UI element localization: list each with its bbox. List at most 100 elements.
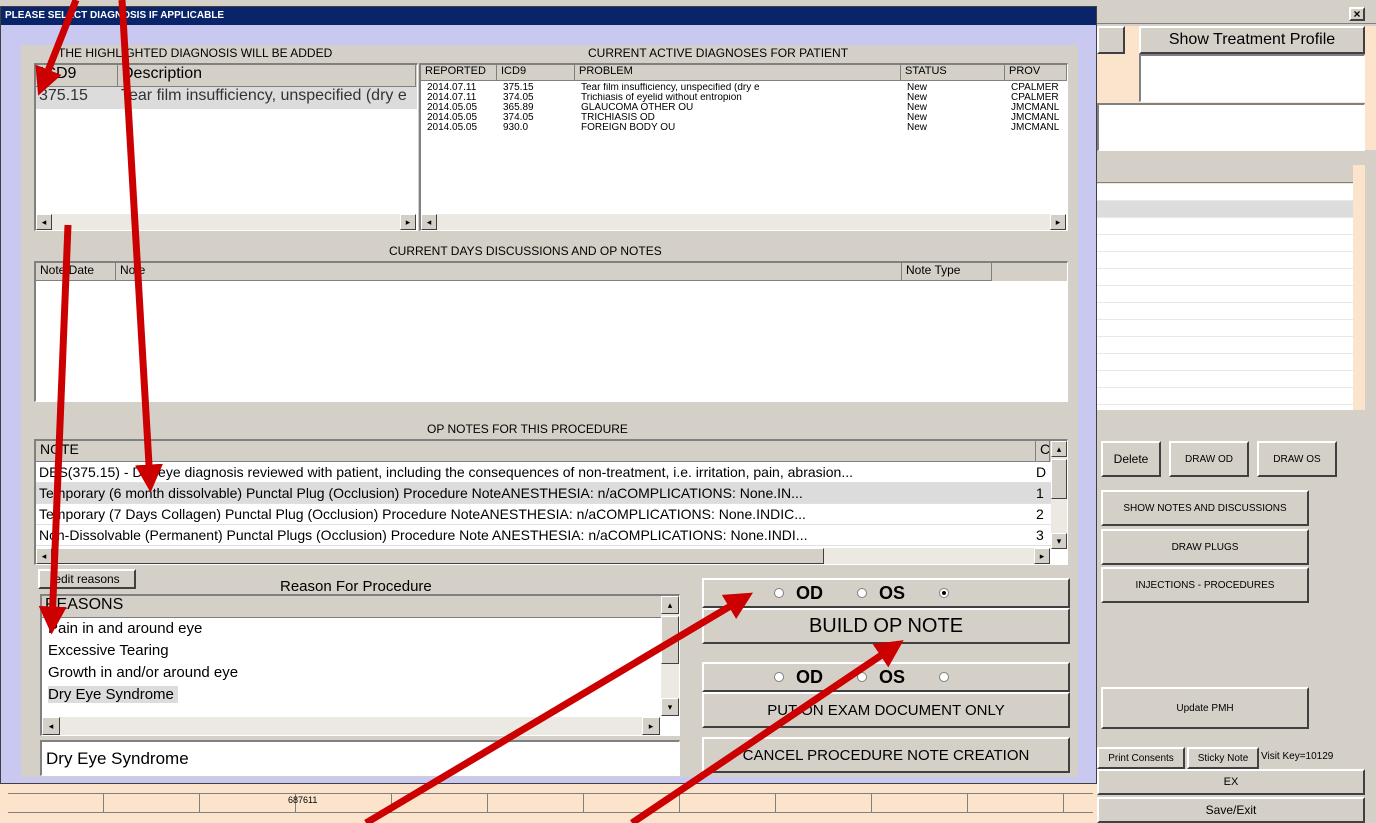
opnote-row[interactable]: Temporary (7 Days Collagen) Punctal Plug… [36,504,1067,525]
scroll-left-icon[interactable]: ◂ [421,214,437,230]
active-diagnosis-cell: 2014.07.11 [427,83,477,93]
col-problem[interactable]: PROBLEM [575,65,901,81]
scroll-thumb[interactable] [54,548,824,564]
opnote-code: 2 [1036,506,1044,522]
background-bottom-strip: 687611 [0,783,1097,823]
scroll-left-icon[interactable]: ◂ [42,717,60,735]
active-diagnosis-row[interactable]: 2014.07.11 375.15 Tear film insufficiency,… [421,83,1067,93]
background-window: × Show Treatment Profile Delete DRAW OD … [1097,0,1376,823]
ou-radio[interactable] [939,672,950,682]
right-grid [1097,165,1365,410]
scroll-up-icon[interactable]: ▴ [661,596,679,614]
active-diagnosis-cell: 930.0 [503,123,529,133]
reasons-hscroll[interactable]: ◂ ▸ [42,717,660,735]
reason-item[interactable]: Excessive Tearing [48,640,679,662]
col-description[interactable]: Description [118,65,416,87]
active-diagnosis-row[interactable]: 2014.05.05 930.0 FOREIGN BODY OU New JMCMANL [421,123,1067,133]
col-note[interactable]: Note [116,263,902,281]
print-consents-button[interactable]: Print Consents [1097,747,1185,769]
col-note-type[interactable]: Note Type [902,263,992,281]
opnote-row[interactable]: Non-Dissolvable (Permanent) Punctal Plug… [36,525,1067,546]
scroll-left-icon[interactable]: ◂ [36,548,52,564]
build-op-note-button[interactable]: BUILD OP NOTE [702,608,1070,644]
draw-od-button[interactable]: DRAW OD [1169,441,1249,477]
delete-button[interactable]: Delete [1101,441,1161,477]
col-opnote[interactable]: NOTE [36,441,1036,462]
scroll-right-icon[interactable]: ▸ [400,214,416,230]
od-radio[interactable] [774,588,784,598]
scroll-right-icon[interactable]: ▸ [642,717,660,735]
draw-plugs-button[interactable]: DRAW PLUGS [1101,529,1309,565]
opnote-row[interactable]: Temporary (6 month dissolvable) Punctal … [36,483,1067,504]
reason-item[interactable]: Pain in and around eye [48,618,679,640]
scroll-thumb[interactable] [661,616,679,664]
os-radio[interactable] [857,588,867,598]
os-radio[interactable] [857,672,867,682]
scroll-left-icon[interactable]: ◂ [36,214,52,230]
scroll-right-icon[interactable]: ▸ [1050,214,1066,230]
ou-radio[interactable] [939,588,950,598]
profile-text-area[interactable] [1097,103,1365,151]
show-treatment-profile-button[interactable]: Show Treatment Profile [1139,26,1365,54]
sticky-note-button[interactable]: Sticky Note [1187,747,1259,769]
active-diagnosis-cell: 365.89 [503,103,534,113]
active-hscroll[interactable]: ◂ ▸ [421,214,1066,230]
opnote-text: Temporary (7 Days Collagen) Punctal Plug… [39,506,806,522]
scroll-right-icon[interactable]: ▸ [1034,548,1050,564]
col-icd9[interactable]: ICD9 [36,65,118,87]
os-label: OS [879,666,906,687]
reason-item[interactable]: Growth in and/or around eye [48,662,679,684]
left-edge-button[interactable] [1097,26,1125,54]
scroll-up-icon[interactable]: ▴ [1051,441,1067,457]
opnotes-hscroll[interactable]: ◂ ▸ [36,548,1050,564]
reason-item[interactable]: Dry Eye Syndrome [48,684,679,706]
active-diagnosis-row[interactable]: 2014.05.05 374.05 TRICHIASIS OD New JMCMANL [421,113,1067,123]
put-on-exam-button[interactable]: PUT ON EXAM DOCUMENT ONLY [702,692,1070,728]
draw-os-button[interactable]: DRAW OS [1257,441,1337,477]
scroll-down-icon[interactable]: ▾ [1051,533,1067,549]
bottom-strip-bar [8,793,1093,813]
highlighted-hscroll[interactable]: ◂ ▸ [36,214,416,230]
ex-button[interactable]: EX [1097,769,1365,795]
injections-procedures-button[interactable]: INJECTIONS - PROCEDURES [1101,567,1309,603]
scroll-down-icon[interactable]: ▾ [661,698,679,716]
eye-select-group-1: OD OS [702,578,1070,608]
highlighted-diagnosis-grid: ICD9 Description 375.15 Tear film insuff… [34,63,418,231]
edit-reasons-button[interactable]: edit reasons [38,569,136,589]
window-close-button[interactable]: × [1349,7,1365,21]
highlighted-row[interactable]: 375.15 Tear film insufficiency, unspecif… [36,87,417,109]
discussions-grid: Note Date Note Note Type [34,261,1068,402]
active-diagnosis-row[interactable]: 2014.07.11 374.05 Trichiasis of eyelid wit… [421,93,1067,103]
cancel-procedure-button[interactable]: CANCEL PROCEDURE NOTE CREATION [702,737,1070,773]
active-diagnosis-row[interactable]: 2014.05.05 365.89 GLAUCOMA OTHER OU New JMCM… [421,103,1067,113]
col-reported[interactable]: REPORTED [421,65,497,81]
save-exit-button[interactable]: Save/Exit [1097,797,1365,823]
col-reasons[interactable]: REASONS [42,596,662,618]
col-opnote-c[interactable]: C [1036,441,1050,462]
opnote-row[interactable]: DES(375.15) - Dry eye diagnosis reviewed… [36,462,1067,483]
active-diagnosis-cell: CPALMER [1011,93,1059,103]
col-active-icd9[interactable]: ICD9 [497,65,575,81]
dialog-titlebar: PLEASE SELECT DIAGNOSIS IF APPLICABLE [1,7,1096,25]
od-radio[interactable] [774,672,784,682]
treatment-profile-box [1139,54,1365,102]
col-prov[interactable]: PROV [1005,65,1067,81]
right-grid-selected-row[interactable] [1097,201,1353,217]
update-pmh-button[interactable]: Update PMH [1101,687,1309,729]
opnotes-vscroll[interactable]: ▴ ▾ [1051,441,1067,549]
col-status[interactable]: STATUS [901,65,1005,81]
active-diagnosis-cell: TRICHIASIS OD [581,113,655,123]
show-notes-button[interactable]: SHOW NOTES AND DISCUSSIONS [1101,490,1309,526]
bottom-strip-value: 687611 [288,795,318,805]
selected-reason-field[interactable]: Dry Eye Syndrome [40,740,680,776]
col-note-date[interactable]: Note Date [36,263,116,281]
highlighted-row-code: 375.15 [39,87,88,104]
scroll-thumb[interactable] [1051,459,1067,499]
opnote-text: Temporary (6 month dissolvable) Punctal … [39,485,803,501]
reasons-vscroll[interactable]: ▴ ▾ [661,596,679,716]
right-grid-body [1097,184,1353,410]
background-titlebar [1097,6,1376,24]
highlighted-diagnosis-label: THE HIGHLIGHTED DIAGNOSIS WILL BE ADDED [58,46,333,60]
active-diagnosis-cell: JMCMANL [1011,103,1060,113]
active-diagnosis-cell: Trichiasis of eyelid without entropion [581,93,742,103]
